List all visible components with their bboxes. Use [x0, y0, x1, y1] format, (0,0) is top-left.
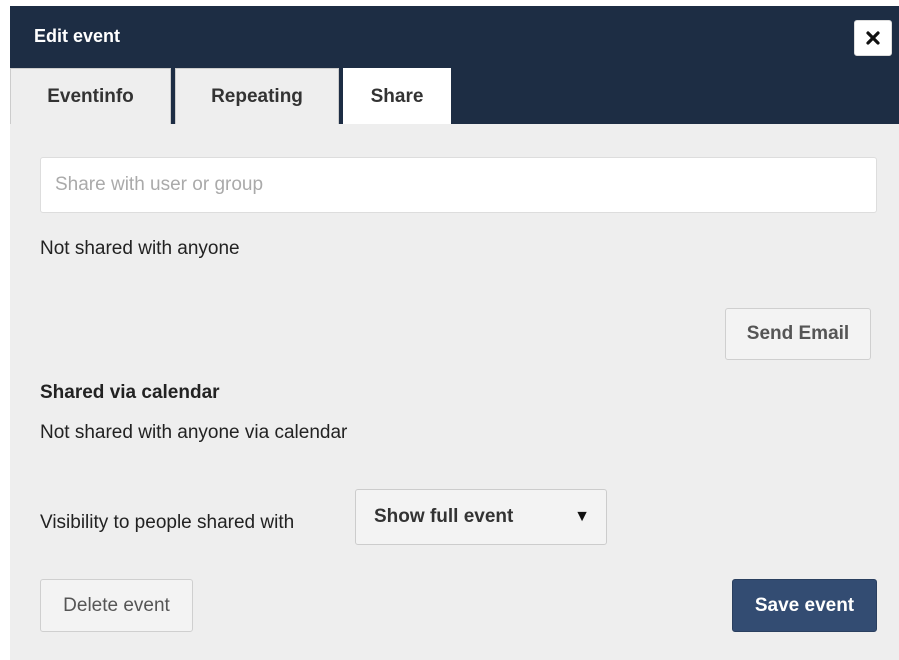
share-with-input[interactable]	[40, 157, 877, 213]
caret-down-icon: ▼	[574, 508, 590, 525]
visibility-label: Visibility to people shared with	[40, 512, 295, 533]
tab-eventinfo[interactable]: Eventinfo	[10, 68, 171, 124]
tab-bar: Eventinfo Repeating Share	[10, 68, 455, 124]
share-status-text: Not shared with anyone	[40, 238, 240, 259]
shared-via-calendar-heading: Shared via calendar	[40, 382, 220, 403]
close-icon	[866, 31, 880, 45]
save-event-button[interactable]: Save event	[732, 579, 877, 632]
visibility-select[interactable]: Show full event ▼	[355, 489, 607, 545]
visibility-selected-value: Show full event	[374, 506, 514, 527]
tab-share[interactable]: Share	[343, 68, 451, 124]
edit-event-dialog: Edit event Eventinfo Repeating Share Not…	[10, 6, 899, 660]
tab-repeating[interactable]: Repeating	[175, 68, 339, 124]
send-email-button[interactable]: Send Email	[725, 308, 871, 360]
calendar-share-status-text: Not shared with anyone via calendar	[40, 422, 348, 443]
dialog-header: Edit event Eventinfo Repeating Share	[10, 6, 899, 124]
dialog-title: Edit event	[34, 26, 121, 46]
delete-event-button[interactable]: Delete event	[40, 579, 193, 632]
share-tab-content: Not shared with anyone Send Email Shared…	[10, 124, 899, 660]
close-button[interactable]	[854, 20, 892, 56]
